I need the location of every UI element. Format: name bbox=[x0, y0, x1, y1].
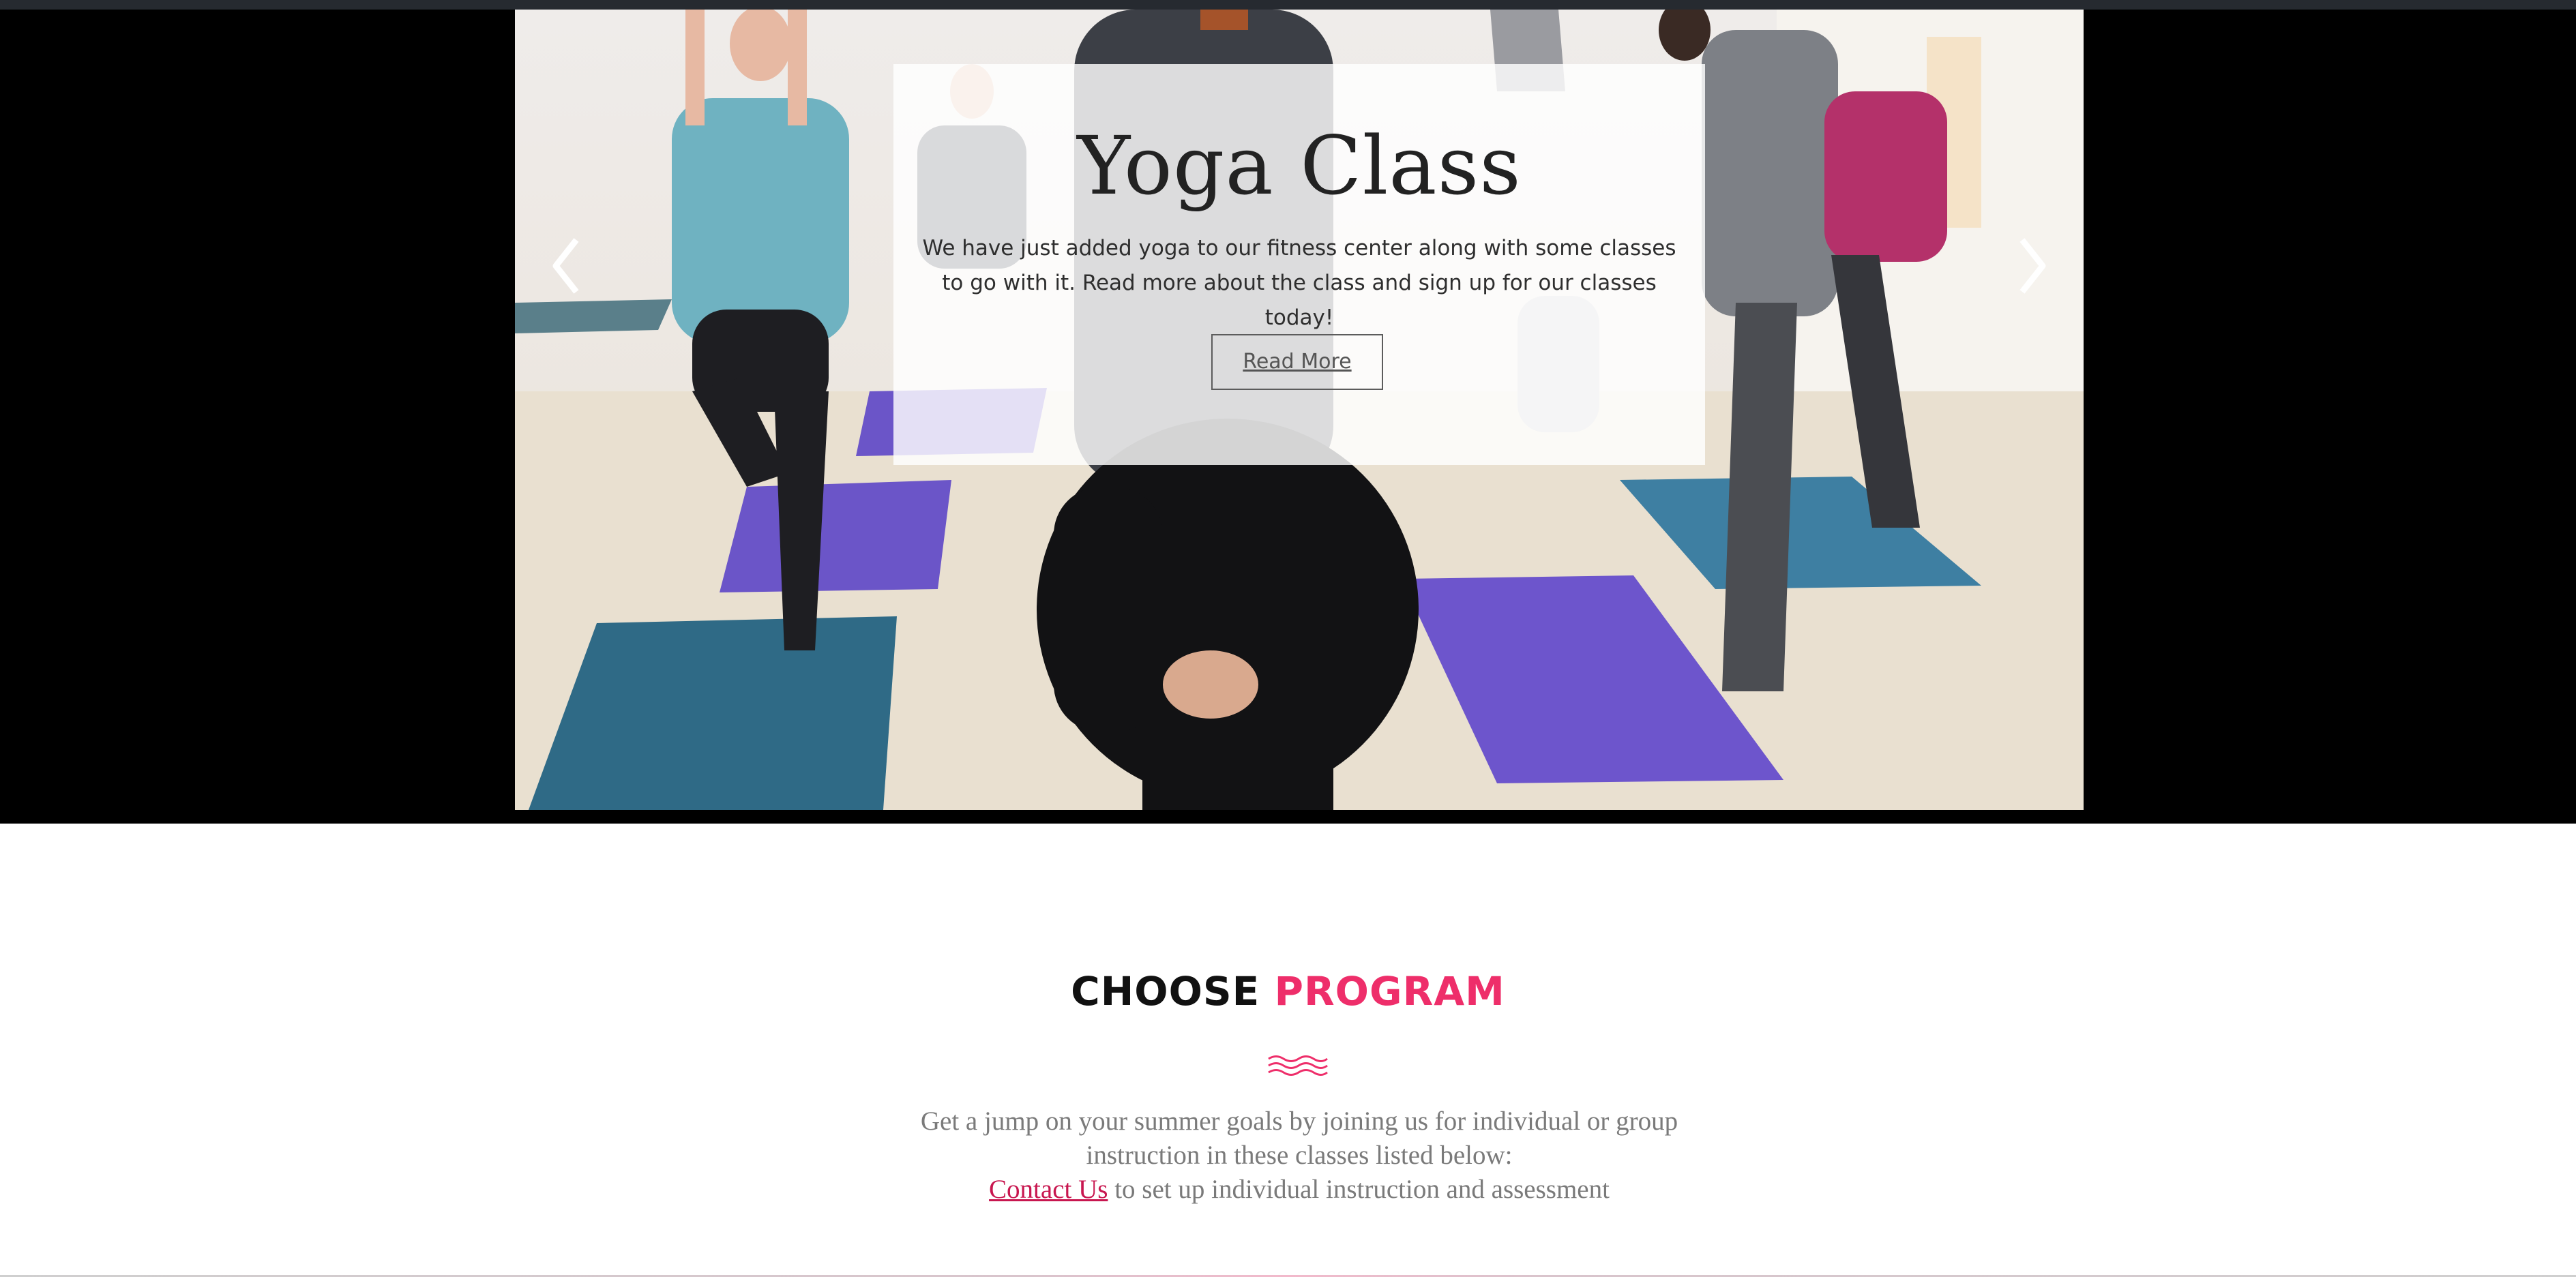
read-more-button[interactable]: Read More bbox=[1211, 334, 1383, 390]
slide-title: Yoga Class bbox=[1077, 119, 1522, 213]
program-intro: Get a jump on your summer goals by joini… bbox=[880, 1104, 1719, 1207]
contact-suffix: to set up individual instruction and ass… bbox=[1114, 1175, 1610, 1204]
section-title-program: PROGRAM bbox=[1274, 968, 1505, 1014]
section-title: CHOOSE PROGRAM bbox=[0, 972, 2576, 1011]
contact-us-link[interactable]: Contact Us bbox=[989, 1175, 1108, 1204]
wave-icon bbox=[1268, 1055, 1328, 1076]
browser-top-bar bbox=[0, 0, 2576, 10]
chevron-right-icon[interactable] bbox=[2012, 232, 2053, 300]
section-title-choose: CHOOSE bbox=[1071, 968, 1260, 1014]
slide-description: We have just added yoga to our fitness c… bbox=[922, 236, 1676, 330]
program-intro-text: Get a jump on your summer goals by joini… bbox=[920, 1107, 1678, 1170]
chevron-left-icon[interactable] bbox=[546, 232, 587, 300]
slide-caption: Yoga Class We have just added yoga to ou… bbox=[893, 64, 1705, 465]
section-divider bbox=[0, 1275, 2576, 1277]
